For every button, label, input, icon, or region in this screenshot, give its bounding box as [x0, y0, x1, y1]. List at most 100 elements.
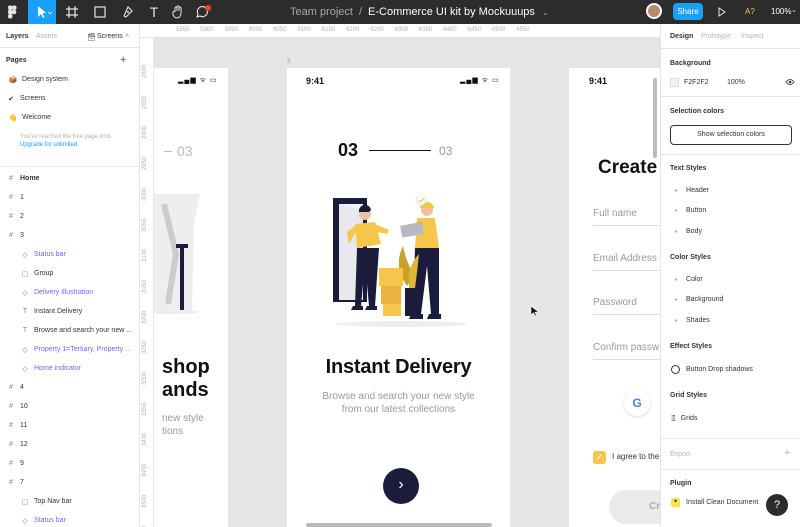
effect-style-item[interactable]: Button Drop shadows — [671, 365, 753, 374]
scrollbar[interactable] — [653, 78, 657, 158]
text-tool-icon[interactable]: T — [146, 4, 162, 20]
ruler-tick-label: 3400 — [142, 433, 148, 447]
tab-layers[interactable]: Layers — [6, 33, 29, 40]
signup-input[interactable]: Confirm passw — [593, 342, 660, 360]
layer-item[interactable]: #12 — [0, 435, 139, 454]
tab-inspect[interactable]: Inspect — [741, 33, 764, 40]
next-button[interactable]: › — [383, 468, 419, 504]
delivery-illustration — [331, 194, 471, 328]
layer-label: Browse and search your new ... — [34, 327, 133, 334]
page-item-design-system[interactable]: 📦 Design system — [0, 70, 139, 89]
show-selection-colors-button[interactable]: Show selection colors — [670, 125, 792, 145]
signup-input[interactable]: Password — [593, 297, 660, 315]
style-label: Button — [686, 207, 707, 215]
layer-item[interactable]: ◇ Status bar — [0, 245, 139, 264]
background-hex[interactable]: F2F2F2 — [684, 79, 709, 86]
style-item[interactable]: ▸ Body — [675, 228, 702, 235]
file-name[interactable]: E-Commerce UI kit by Mockuuups — [368, 6, 535, 18]
panel-divider — [661, 96, 800, 97]
caret-right-icon[interactable]: ▸ — [675, 296, 678, 303]
frame-3[interactable]: 9:41 ▂▄▆ ᯤ ▭ 03 03 Instant Delivery Brow… — [287, 68, 510, 527]
layer-item[interactable]: #3 — [0, 226, 139, 245]
background-title: Background — [670, 60, 711, 67]
user-avatar[interactable] — [646, 3, 662, 19]
tab-screens[interactable]: Screens — [97, 33, 123, 40]
layer-item[interactable]: #1 — [0, 188, 139, 207]
layer-label: 7 — [20, 479, 24, 486]
move-tool-button[interactable] — [28, 0, 56, 24]
notification-dot — [205, 5, 211, 11]
layer-item[interactable]: #10 — [0, 397, 139, 416]
pen-tool-icon[interactable] — [118, 4, 138, 20]
tab-assets[interactable]: Assets — [36, 33, 57, 40]
ruler-tick-label: 3050 — [142, 218, 148, 232]
top-ruler: 5850 5900 5950 6000 6050 6100 6150 6200 6250 6300… — [140, 24, 660, 38]
layer-item[interactable]: T Instant Delivery — [0, 302, 139, 321]
tab-prototype[interactable]: Prototype — [701, 33, 731, 40]
background-opacity[interactable]: 100% — [727, 79, 745, 86]
shape-tool-icon[interactable] — [90, 4, 110, 20]
upgrade-link[interactable]: Upgrade for unlimited — [20, 142, 77, 148]
layer-item[interactable]: #2 — [0, 207, 139, 226]
figma-menu-icon[interactable] — [4, 4, 20, 20]
layer-item[interactable]: ◇ Home indicator — [0, 359, 139, 378]
layer-item[interactable]: #7 — [0, 473, 139, 492]
frame-create-account[interactable]: 9:41 Create Full name Email Address Passwo… — [569, 68, 660, 527]
signup-input[interactable]: Email Address — [593, 253, 660, 271]
layer-item[interactable]: ◇ Status bar — [0, 511, 139, 527]
style-item[interactable]: ▸ Color — [675, 276, 703, 283]
signup-input[interactable]: Full name — [593, 208, 660, 226]
design-canvas[interactable]: ▂▄▆ ᯤ ▭ 03 shop ands new style tions 3 9… — [154, 38, 660, 527]
grid-style-item[interactable]: ⁞⁞⁞ Grids — [671, 414, 697, 423]
agree-checkbox[interactable]: ✓ — [593, 451, 606, 464]
eye-icon[interactable] — [785, 78, 795, 88]
panel-divider — [661, 438, 800, 439]
missing-fonts-indicator[interactable]: A? — [745, 0, 755, 24]
chevron-down-icon[interactable]: ⌄ — [542, 8, 549, 17]
zoom-chevron-icon[interactable]: ⌄ — [791, 6, 797, 14]
project-name[interactable]: Team project — [290, 6, 353, 18]
background-swatch[interactable] — [670, 78, 679, 87]
layer-item[interactable]: ◇ Delivery Illustration — [0, 283, 139, 302]
component-icon: ◇ — [22, 251, 28, 259]
body-line: new style — [162, 413, 204, 424]
caret-right-icon[interactable]: ▸ — [675, 207, 678, 214]
create-account-button[interactable]: Cr — [609, 490, 660, 524]
style-item[interactable]: ▸ Header — [675, 187, 709, 194]
layer-item[interactable]: # Home — [0, 169, 139, 188]
zoom-level[interactable]: 100% — [771, 0, 791, 24]
add-export-icon[interactable]: + — [784, 447, 790, 459]
layer-item[interactable]: ◇ Property 1=Tertiary, Property ... — [0, 340, 139, 359]
caret-right-icon[interactable]: ▸ — [675, 317, 678, 324]
caret-right-icon[interactable]: ▸ — [675, 187, 678, 194]
page-item-screens[interactable]: ✔ Screens — [0, 89, 139, 108]
style-item[interactable]: ▸ Background — [675, 296, 723, 303]
add-page-icon[interactable]: + — [120, 54, 126, 66]
free-limit-note: You've reached the free page limit. — [20, 134, 112, 140]
caret-right-icon[interactable]: ▸ — [675, 276, 678, 283]
play-icon[interactable] — [716, 4, 728, 20]
hand-tool-icon[interactable] — [170, 4, 186, 20]
share-button[interactable]: Share — [673, 3, 703, 20]
frame-tool-icon[interactable] — [62, 4, 82, 20]
tab-design[interactable]: Design — [670, 33, 693, 40]
caret-right-icon[interactable]: ▸ — [675, 228, 678, 235]
google-button[interactable]: G — [624, 390, 650, 416]
help-button[interactable]: ? — [766, 494, 788, 516]
plugin-item[interactable]: ✦ Install Clean Document — [671, 498, 758, 507]
frame-2[interactable]: ▂▄▆ ᯤ ▭ 03 shop ands new style tions — [154, 68, 228, 527]
chevron-up-icon[interactable]: ˄ — [125, 33, 129, 40]
style-item[interactable]: ▸ Button — [675, 207, 706, 214]
layer-item[interactable]: ▢ Top Nav bar — [0, 492, 139, 511]
frame-icon: # — [9, 479, 13, 486]
layer-item[interactable]: T Browse and search your new ... — [0, 321, 139, 340]
button-label: Cr — [649, 501, 660, 512]
layer-item[interactable]: #11 — [0, 416, 139, 435]
page-item-welcome[interactable]: 👋 Welcome — [0, 108, 139, 127]
layer-item[interactable]: ▢ Group — [0, 264, 139, 283]
layer-item[interactable]: #4 — [0, 378, 139, 397]
frame-icon: # — [9, 194, 13, 201]
breadcrumb-separator: / — [358, 6, 363, 18]
style-item[interactable]: ▸ Shades — [675, 317, 710, 324]
layer-item[interactable]: #9 — [0, 454, 139, 473]
